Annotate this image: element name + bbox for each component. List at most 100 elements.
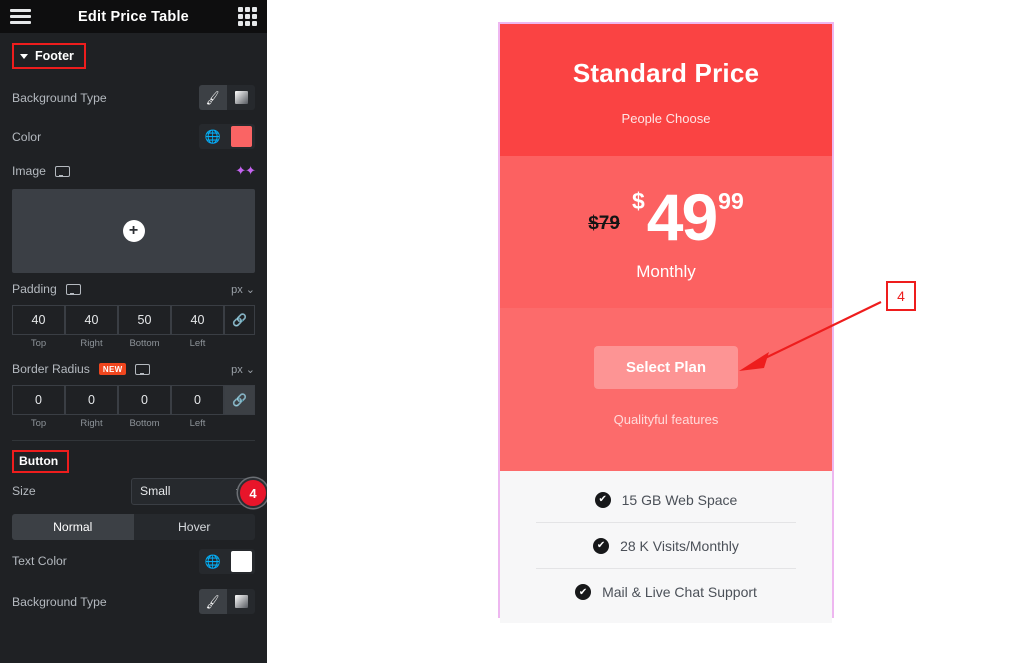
radius-right-input[interactable] [65, 385, 118, 415]
price-period: Monthly [636, 262, 696, 281]
desktop-icon[interactable] [54, 165, 70, 177]
border-radius-header: Border Radius NEW px ⌄ [0, 353, 267, 385]
button-background-type-label: Background Type [12, 594, 107, 609]
radius-left-label: Left [189, 418, 206, 429]
image-label-wrap: Image [12, 164, 70, 178]
list-item: ✔ 15 GB Web Space [536, 477, 796, 523]
desktop-icon[interactable] [135, 363, 151, 375]
control-button-background-type: Background Type 🖌 [0, 582, 267, 621]
page-title: Edit Price Table [78, 8, 189, 25]
divider [12, 440, 255, 441]
padding-bottom-input[interactable] [118, 305, 171, 335]
button-background-classic[interactable]: 🖌 [199, 589, 227, 614]
text-color-options: 🌐 [199, 548, 255, 574]
control-color: Color 🌐 [0, 117, 267, 156]
text-color-swatch-button[interactable] [227, 548, 255, 574]
ai-sparkle-icon[interactable]: ✦✦ [235, 163, 256, 179]
canvas-area: Standard Price People Choose $79 $ 49 99… [267, 0, 1024, 663]
radius-top-cell: Top [12, 385, 65, 429]
tab-normal[interactable]: Normal [12, 514, 134, 540]
section-footer-label: Footer [35, 49, 74, 63]
background-type-options: 🖌 [199, 85, 255, 110]
list-item: ✔ 28 K Visits/Monthly [536, 523, 796, 569]
color-swatch-button[interactable] [227, 124, 255, 149]
border-radius-label-wrap: Border Radius NEW [12, 362, 151, 376]
background-gradient-button[interactable] [227, 85, 255, 110]
check-circle-icon: ✔ [594, 491, 611, 508]
gradient-icon [234, 595, 248, 608]
size-select[interactable]: Small [131, 477, 255, 505]
state-tabs: Normal Hover [12, 514, 255, 540]
desktop-icon[interactable] [65, 283, 81, 295]
price-table-price-section: $79 $ 49 99 Monthly [500, 156, 832, 308]
radius-left-cell: Left [171, 385, 224, 429]
text-color-label: Text Color [12, 554, 67, 568]
button-background-gradient[interactable] [227, 589, 255, 614]
subsection-button-label[interactable]: Button [12, 450, 70, 473]
padding-right-label: Right [80, 338, 103, 349]
currency-symbol: $ [631, 188, 645, 214]
check-circle-icon: ✔ [575, 584, 592, 600]
globe-icon[interactable]: 🌐 [199, 124, 227, 149]
color-swatch [230, 126, 252, 147]
border-radius-label: Border Radius [12, 362, 90, 376]
control-size: Size Small [0, 473, 267, 509]
price-line: $79 $ 49 99 [516, 184, 816, 250]
padding-label: Padding [12, 282, 57, 296]
padding-unit-select[interactable]: px ⌄ [231, 283, 255, 296]
radius-right-cell: Right [65, 385, 118, 429]
price-table-widget[interactable]: Standard Price People Choose $79 $ 49 99… [498, 22, 834, 623]
annotation-marker-4: 4 [886, 281, 916, 311]
globe-icon[interactable]: 🌐 [199, 548, 227, 574]
radius-left-input[interactable] [171, 385, 224, 415]
radius-top-input[interactable] [12, 385, 65, 415]
size-value: Small [140, 484, 171, 498]
padding-link-icon[interactable]: 🔗 [224, 305, 255, 335]
tab-hover[interactable]: Hover [134, 514, 256, 540]
radius-bottom-input[interactable] [118, 385, 171, 415]
border-radius-link-icon[interactable]: 🔗 [224, 385, 255, 415]
padding-bottom-cell: Bottom [118, 305, 171, 349]
brush-icon: 🖌 [204, 89, 222, 106]
padding-right-input[interactable] [65, 305, 118, 335]
screen-root: Edit Price Table Footer Background Type … [0, 0, 1024, 663]
original-price: $79 [588, 213, 620, 234]
padding-top-cell: Top [12, 305, 65, 349]
padding-right-cell: Right [65, 305, 118, 349]
price-table-footer: Select Plan Qualityful features [500, 308, 832, 471]
select-plan-button[interactable]: Select Plan [593, 346, 739, 389]
control-image: Image ✦✦ [0, 156, 267, 186]
feature-label: 28 K Visits/Monthly [620, 537, 739, 554]
price-table-header: Standard Price People Choose [500, 24, 832, 156]
padding-header: Padding px ⌄ [0, 273, 267, 305]
padding-top-label: Top [30, 338, 47, 349]
section-footer-toggle[interactable]: Footer [12, 43, 86, 69]
price-table-features: ✔ 15 GB Web Space ✔ 28 K Visits/Monthly … [500, 471, 832, 623]
background-type-label: Background Type [12, 90, 107, 105]
padding-label-wrap: Padding [12, 282, 81, 296]
annotation-badge-sidebar: 4 [238, 478, 268, 508]
chevron-down-icon [20, 53, 28, 59]
control-background-type: Background Type 🖌 [0, 78, 267, 117]
background-classic-button[interactable]: 🖌 [199, 85, 227, 110]
footer-note: Qualityful features [613, 412, 719, 427]
new-badge: NEW [98, 363, 127, 375]
gradient-icon [234, 91, 248, 104]
panel-header: Edit Price Table [0, 0, 267, 33]
check-circle-icon: ✔ [593, 537, 610, 554]
feature-label: 15 GB Web Space [621, 491, 738, 508]
feature-label: Mail & Live Chat Support [602, 584, 757, 600]
padding-left-cell: Left [171, 305, 224, 349]
price-fraction: 99 [718, 188, 744, 214]
plus-icon: + [122, 220, 145, 242]
panel-body: Footer Background Type 🖌 Color 🌐 Image ✦… [0, 33, 267, 663]
border-radius-unit-select[interactable]: px ⌄ [231, 363, 255, 376]
padding-top-input[interactable] [12, 305, 65, 335]
image-upload-area[interactable]: + [12, 189, 255, 273]
padding-left-label: Left [189, 338, 206, 349]
text-color-swatch [230, 550, 252, 572]
padding-left-input[interactable] [171, 305, 224, 335]
grid-apps-icon[interactable] [238, 7, 257, 26]
radius-bottom-label: Bottom [129, 418, 160, 429]
hamburger-icon[interactable] [10, 9, 31, 24]
